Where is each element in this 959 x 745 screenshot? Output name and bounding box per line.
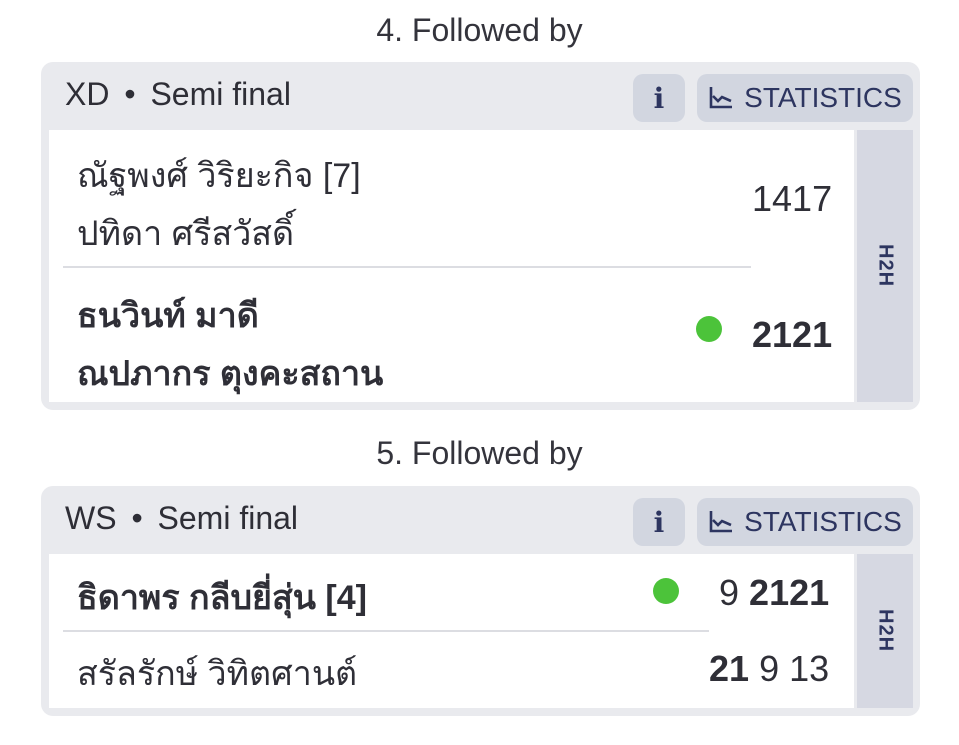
game-score: 17 (792, 178, 833, 219)
row-divider (63, 266, 751, 268)
match-body: ธิดาพร กลีบยี่สุ่น [4] 9 2121 สรัลรักษ์ … (49, 554, 854, 708)
game-score: 21 (749, 572, 790, 613)
game-score: 13 (789, 648, 830, 689)
player-name: ธนวินท์ มาดี (77, 297, 259, 335)
statistics-label: STATISTICS (744, 82, 902, 113)
event-code: XD (65, 76, 110, 112)
match-card: XD • Semi final i STATISTICS ณัฐพงศ์ วิร… (41, 62, 920, 410)
player-name: สรัลรักษ์ วิทิตศานต์ (77, 655, 358, 693)
winner-indicator (696, 316, 722, 342)
h2h-label: H2H (874, 244, 897, 288)
match-heading: 4. Followed by (376, 12, 583, 48)
player-name: ณัฐพงศ์ วิริยะกิจ [7] (77, 157, 361, 195)
statistics-button[interactable]: STATISTICS (697, 74, 913, 122)
h2h-button[interactable]: H2H (857, 130, 913, 402)
player-name: ธิดาพร กลีบยี่สุ่น [4] (77, 579, 367, 617)
statistics-button[interactable]: STATISTICS (697, 498, 913, 546)
separator: • (124, 76, 136, 112)
winner-indicator (653, 578, 679, 604)
game-score: 21 (792, 314, 833, 355)
team-score: 9 2121 (719, 572, 829, 614)
game-score: 21 (752, 314, 793, 355)
round-name: Semi final (157, 500, 299, 536)
line-chart-icon (708, 85, 734, 111)
row-divider (63, 630, 709, 632)
info-button[interactable]: i (633, 498, 685, 546)
game-score: 9 (719, 572, 740, 613)
h2h-button[interactable]: H2H (857, 554, 913, 708)
match-header: XD • Semi final i STATISTICS (41, 62, 920, 130)
game-score: 9 (759, 648, 780, 689)
match-heading: 5. Followed by (376, 435, 583, 471)
info-icon: i (653, 81, 665, 115)
event-title: XD • Semi final (65, 76, 291, 113)
player-name: ปทิดา ศรีสวัสดิ์ (77, 215, 295, 253)
game-score: 14 (752, 178, 793, 219)
info-icon: i (653, 505, 665, 539)
match-header: WS • Semi final i STATISTICS (41, 486, 920, 554)
round-name: Semi final (150, 76, 291, 112)
match-body: ณัฐพงศ์ วิริยะกิจ [7] ปทิดา ศรีสวัสดิ์ 1… (49, 130, 854, 402)
info-button[interactable]: i (633, 74, 685, 122)
team-score: 2121 (752, 314, 832, 356)
game-score: 21 (789, 572, 830, 613)
event-code: WS (65, 500, 117, 536)
h2h-label: H2H (874, 609, 897, 653)
team-score: 1417 (752, 178, 832, 220)
separator: • (131, 500, 143, 536)
event-title: WS • Semi final (65, 500, 298, 537)
match-card: WS • Semi final i STATISTICS ธิดาพร กลีบ… (41, 486, 920, 716)
statistics-label: STATISTICS (744, 506, 902, 537)
player-name: ณปภากร ตุงคะสถาน (77, 355, 384, 393)
line-chart-icon (708, 509, 734, 535)
game-score: 21 (709, 648, 750, 689)
team-score: 21 9 13 (709, 648, 829, 690)
